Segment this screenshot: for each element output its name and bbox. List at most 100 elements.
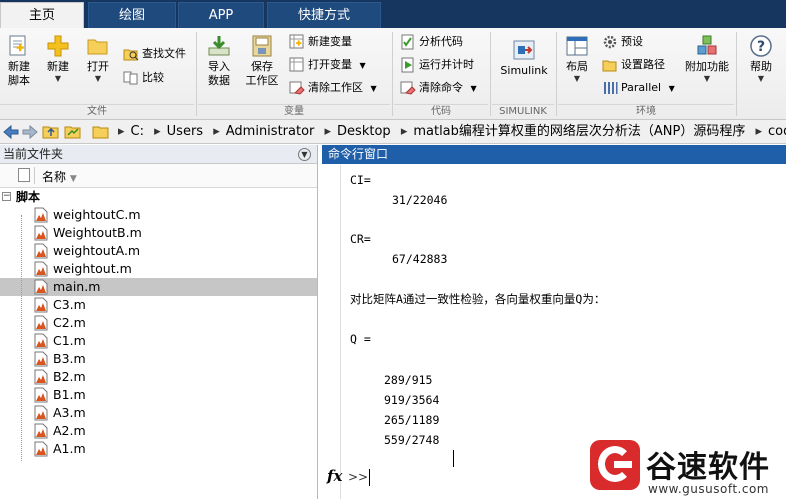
file-list-item[interactable]: A3.m	[0, 404, 317, 422]
breadcrumb-item[interactable]: C:	[131, 124, 144, 139]
parallel-button[interactable]: Parallel ▼	[602, 78, 675, 98]
open-button[interactable]: 打开 ▼	[80, 30, 116, 84]
compare-button[interactable]: 比较	[123, 68, 164, 88]
current-folder-title-bar: 当前文件夹 ▼	[0, 145, 317, 164]
save-workspace-button[interactable]: 保存 工作区	[240, 30, 284, 88]
simulink-icon	[513, 40, 535, 60]
chevron-down-icon[interactable]: ▼	[471, 84, 477, 93]
addons-label: 附加功能	[685, 60, 729, 73]
preferences-button[interactable]: 预设	[602, 32, 643, 52]
tab-home[interactable]: 主页	[0, 2, 84, 28]
file-list-item[interactable]: A1.m	[0, 440, 317, 458]
tab-shortcuts[interactable]: 快捷方式	[267, 2, 381, 28]
addons-button[interactable]: 附加功能 ▼	[682, 30, 732, 84]
group-label-code: 代码	[394, 104, 488, 118]
file-list-item[interactable]: B3.m	[0, 350, 317, 368]
back-arrow-icon[interactable]	[2, 123, 20, 141]
file-list-item[interactable]: weightout.m	[0, 260, 317, 278]
clear-workspace-button[interactable]: 清除工作区 ▼	[289, 78, 377, 98]
new-variable-button[interactable]: 新建变量	[289, 32, 352, 52]
breadcrumb-separator: ▸	[118, 124, 125, 139]
new-variable-icon	[289, 34, 304, 49]
file-name: B3.m	[53, 351, 86, 366]
folder-open-icon	[87, 39, 108, 55]
file-list-item[interactable]: weightoutA.m	[0, 242, 317, 260]
simulink-button[interactable]: Simulink	[494, 30, 554, 78]
file-list-item[interactable]: weightoutC.m	[0, 206, 317, 224]
forward-arrow-icon[interactable]	[21, 123, 39, 141]
output-line: 对比矩阵A通过一致性检验，各向量权重向量Q为：	[350, 292, 606, 306]
file-type-column-icon	[18, 168, 30, 182]
file-list-item[interactable]: C2.m	[0, 314, 317, 332]
tab-apps[interactable]: APP	[178, 2, 264, 28]
chevron-down-icon[interactable]: ▼	[371, 84, 377, 93]
run-and-time-button[interactable]: 运行并计时	[400, 55, 474, 75]
m-file-icon	[34, 207, 48, 223]
find-files-button[interactable]: 查找文件	[123, 44, 186, 64]
file-list-item[interactable]: main.m	[0, 278, 317, 296]
toolstrip-ribbon: 新建 脚本 新建 ▼ 打开 ▼ 查找文件 比较 文件 导入 数据 保存 工作区 …	[0, 28, 786, 120]
file-list-item[interactable]: WeightoutB.m	[0, 224, 317, 242]
clear-commands-button[interactable]: 清除命令 ▼	[400, 78, 477, 98]
set-path-label: 设置路径	[621, 58, 665, 71]
breadcrumb-item[interactable]: Desktop	[337, 124, 391, 139]
file-list-item[interactable]: B2.m	[0, 368, 317, 386]
run-and-time-icon	[401, 57, 414, 73]
file-name: main.m	[53, 279, 101, 294]
tab-plots[interactable]: 绘图	[88, 2, 176, 28]
new-script-icon	[9, 35, 26, 56]
ribbon-separator	[392, 32, 393, 116]
collapse-toggle-icon[interactable]: −	[2, 192, 11, 201]
command-prompt: >>	[348, 470, 369, 484]
analyze-code-button[interactable]: 分析代码	[400, 32, 463, 52]
up-folder-icon[interactable]	[42, 123, 60, 141]
compare-icon	[123, 71, 138, 85]
m-file-icon	[34, 297, 48, 313]
file-list-item[interactable]: A2.m	[0, 422, 317, 440]
layout-button[interactable]: 布局 ▼	[560, 30, 594, 84]
open-variable-icon	[289, 57, 304, 72]
command-window-title: 命令行窗口	[322, 145, 786, 164]
breadcrumb-separator: ▸	[213, 124, 220, 139]
breadcrumb-item[interactable]: Administrator	[226, 124, 315, 139]
output-line: CR=	[350, 232, 371, 246]
folder-icon	[92, 126, 109, 139]
breadcrumb-item[interactable]: matlab编程计算权重的网络层次分析法（ANP）源码程序	[413, 124, 745, 139]
file-name: B1.m	[53, 387, 86, 402]
output-line: 31/22046	[392, 193, 448, 207]
breadcrumb-item[interactable]: Users	[167, 124, 203, 139]
help-button[interactable]: ? 帮助 ▼	[742, 30, 780, 84]
set-path-button[interactable]: 设置路径	[602, 55, 665, 75]
chevron-down-icon[interactable]: ▼	[669, 84, 675, 93]
ribbon-separator	[490, 32, 491, 116]
function-browser-fx-icon[interactable]: fx	[327, 467, 342, 485]
new-script-label-1: 新建	[8, 60, 30, 73]
chevron-down-icon[interactable]: ▼	[360, 61, 366, 70]
name-column-header[interactable]: 名称 ▼	[42, 168, 77, 185]
breadcrumb[interactable]: ▸ C: ▸ Users ▸ Administrator ▸ Desktop ▸ matl…	[112, 120, 786, 144]
browse-folder-icon[interactable]	[64, 123, 82, 141]
new-button[interactable]: 新建 ▼	[40, 30, 76, 84]
panel-menu-chevron-icon[interactable]: ▼	[298, 148, 311, 161]
chevron-down-icon: ▼	[573, 74, 581, 83]
address-bar: ▸ C: ▸ Users ▸ Administrator ▸ Desktop ▸ matl…	[0, 120, 786, 144]
import-data-label-2: 数据	[208, 74, 230, 87]
output-line: Q =	[350, 332, 371, 346]
file-list-header: 名称 ▼	[0, 164, 317, 188]
current-folder-panel: 当前文件夹 ▼ 名称 ▼ − 脚本 weightoutC.m WeightoutB…	[0, 145, 318, 499]
breadcrumb-item[interactable]: code	[768, 124, 786, 139]
folder-group-scripts[interactable]: − 脚本	[0, 188, 317, 206]
file-list-item[interactable]: C1.m	[0, 332, 317, 350]
save-workspace-label-1: 保存	[251, 60, 273, 73]
import-data-button[interactable]: 导入 数据	[200, 30, 238, 88]
watermark-logo	[590, 440, 640, 490]
save-workspace-icon	[252, 35, 272, 57]
file-list-item[interactable]: C3.m	[0, 296, 317, 314]
ribbon-separator	[556, 32, 557, 116]
open-variable-button[interactable]: 打开变量 ▼	[289, 55, 366, 75]
chevron-down-icon: ▼	[703, 74, 711, 83]
layout-label: 布局	[566, 60, 588, 73]
file-list-item[interactable]: B1.m	[0, 386, 317, 404]
new-script-button[interactable]: 新建 脚本	[2, 30, 36, 88]
input-caret[interactable]	[369, 469, 370, 486]
